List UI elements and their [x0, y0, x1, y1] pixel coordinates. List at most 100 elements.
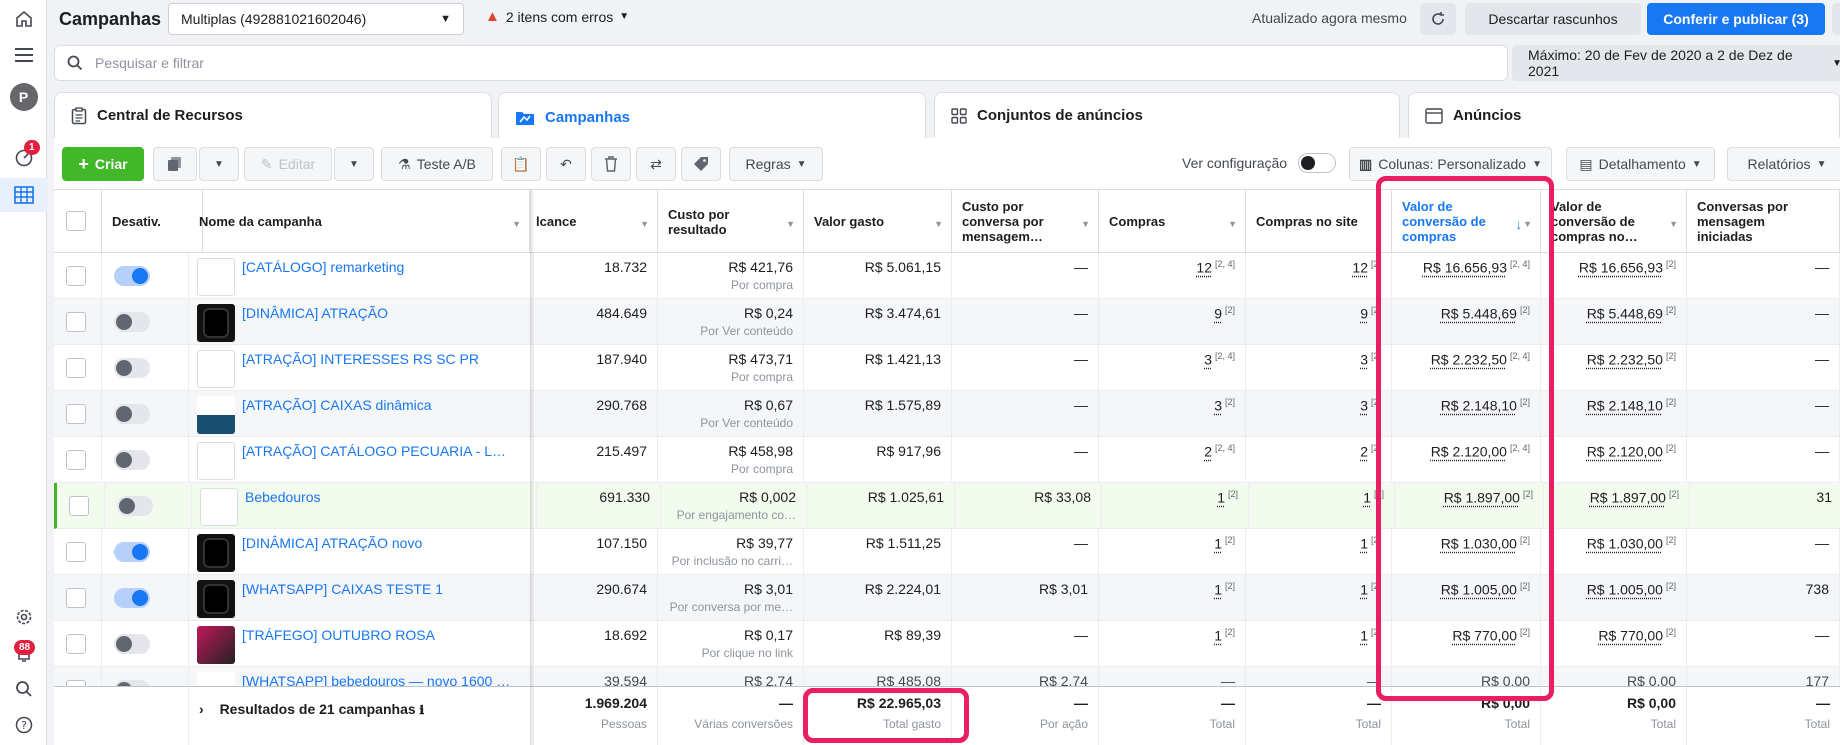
- campaign-toggle[interactable]: [114, 404, 150, 424]
- footnote-ref[interactable]: [2]: [1666, 443, 1676, 453]
- campaign-toggle[interactable]: [117, 496, 153, 516]
- reports-button[interactable]: Relatórios ▼: [1727, 147, 1840, 181]
- col-header-conversion-value-site[interactable]: Valor de conversão de compras no… ▼: [1541, 190, 1687, 253]
- footnote-ref[interactable]: [2]: [1225, 627, 1235, 637]
- footnote-ref[interactable]: [2]: [1374, 489, 1384, 499]
- campaign-name-link[interactable]: Bebedouros: [245, 489, 321, 505]
- col-header-cost-per-message[interactable]: Custo por conversa por mensagem… ▼: [952, 190, 1099, 253]
- footnote-ref[interactable]: [2]: [1371, 397, 1381, 407]
- footnote-ref[interactable]: [2, 4]: [1510, 443, 1530, 453]
- row-checkbox[interactable]: [66, 542, 86, 562]
- footnote-ref[interactable]: [2]: [1371, 535, 1381, 545]
- footnote-ref[interactable]: [2]: [1225, 305, 1235, 315]
- campaign-toggle[interactable]: [114, 450, 150, 470]
- table-row[interactable]: [DINÂMICA] ATRAÇÃO novo 107.150 R$ 39,77 Po…: [54, 529, 1840, 575]
- footnote-ref[interactable]: [2]: [1225, 397, 1235, 407]
- row-checkbox[interactable]: [66, 588, 86, 608]
- errors-dropdown[interactable]: ▲ 2 itens com erros ▼: [485, 8, 629, 25]
- footnote-ref[interactable]: [2, 4]: [1215, 351, 1235, 361]
- table-row[interactable]: [ATRAÇÃO] CAIXAS dinâmica 290.768 R$ 0,67 P…: [54, 391, 1840, 437]
- table-row[interactable]: [DINÂMICA] ATRAÇÃO 484.649 R$ 0,24 Por Ver …: [54, 299, 1840, 345]
- footnote-ref[interactable]: [2]: [1666, 397, 1676, 407]
- footnote-ref[interactable]: [2]: [1371, 581, 1381, 591]
- tab-resource-center[interactable]: Central de Recursos: [54, 92, 492, 138]
- menu-icon[interactable]: [0, 38, 47, 72]
- footnote-ref[interactable]: [2, 4]: [1215, 443, 1235, 453]
- footer-label-cell[interactable]: › Resultados de 21 campanhas ℹ: [189, 687, 534, 745]
- col-header-site-purchases[interactable]: Compras no site ▼: [1246, 190, 1392, 253]
- footnote-ref[interactable]: [2]: [1666, 305, 1676, 315]
- footnote-ref[interactable]: [2, 4]: [1215, 259, 1235, 269]
- rules-button[interactable]: Regras ▼: [729, 147, 823, 181]
- campaign-name-link[interactable]: [DINÂMICA] ATRAÇÃO novo: [242, 535, 422, 551]
- col-header-name[interactable]: Nome da campanha ▼: [189, 190, 530, 253]
- row-checkbox[interactable]: [66, 266, 86, 286]
- account-avatar[interactable]: P: [0, 80, 47, 114]
- columns-button[interactable]: ▥ Colunas: Personalizado ▼: [1349, 147, 1552, 181]
- tab-campaigns[interactable]: Campanhas: [498, 92, 926, 142]
- campaign-name-link[interactable]: [DINÂMICA] ATRAÇÃO: [242, 305, 388, 321]
- footnote-ref[interactable]: [2]: [1520, 397, 1530, 407]
- table-row[interactable]: [ATRAÇÃO] INTERESSES RS SC PR 187.940 R$ 4…: [54, 345, 1840, 391]
- footnote-ref[interactable]: [2]: [1520, 535, 1530, 545]
- more-button[interactable]: [1832, 3, 1840, 35]
- campaign-name-link[interactable]: [CATÁLOGO] remarketing: [242, 259, 404, 275]
- footnote-ref[interactable]: [2]: [1523, 489, 1533, 499]
- row-checkbox[interactable]: [66, 312, 86, 332]
- table-row[interactable]: [WHATSAPP] CAIXAS TESTE 1 290.674 R$ 3,01 P…: [54, 575, 1840, 621]
- footnote-ref[interactable]: [2]: [1669, 489, 1679, 499]
- campaign-toggle[interactable]: [114, 312, 150, 332]
- select-all-checkbox[interactable]: [66, 211, 86, 231]
- tab-ads[interactable]: Anúncios: [1408, 92, 1840, 138]
- footnote-ref[interactable]: [2]: [1225, 535, 1235, 545]
- breakdown-button[interactable]: ▤ Detalhamento ▼: [1566, 147, 1715, 181]
- delete-button[interactable]: [591, 147, 631, 181]
- ab-test-button[interactable]: ⚗ Teste A/B: [381, 147, 493, 181]
- tab-ad-sets[interactable]: Conjuntos de anúncios: [934, 92, 1400, 138]
- search-icon[interactable]: [0, 672, 47, 706]
- footnote-ref[interactable]: [2]: [1371, 305, 1381, 315]
- campaign-name-link[interactable]: [ATRAÇÃO] CAIXAS dinâmica: [242, 397, 432, 413]
- view-config-toggle[interactable]: [1298, 153, 1336, 173]
- col-header-spent[interactable]: Valor gasto ▼: [804, 190, 952, 253]
- help-icon[interactable]: ?: [0, 708, 47, 742]
- col-header-purchases[interactable]: Compras ▼: [1099, 190, 1246, 253]
- account-selector[interactable]: Multiplas (492881021602046) ▼: [168, 3, 464, 35]
- table-row[interactable]: [ATRAÇÃO] CATÁLOGO PECUARIA - LEITE 215.4…: [54, 437, 1840, 483]
- export-button[interactable]: ⇄: [636, 147, 676, 181]
- campaign-toggle[interactable]: [114, 634, 150, 654]
- edit-dropdown[interactable]: ▼: [334, 147, 374, 181]
- footnote-ref[interactable]: [2]: [1520, 305, 1530, 315]
- row-checkbox[interactable]: [66, 404, 86, 424]
- footnote-ref[interactable]: [2]: [1371, 259, 1381, 269]
- footnote-ref[interactable]: [2]: [1666, 535, 1676, 545]
- row-checkbox[interactable]: [66, 634, 86, 654]
- campaign-name-link[interactable]: [TRÁFEGO] OUTUBRO ROSA: [242, 627, 435, 643]
- footnote-ref[interactable]: [2]: [1666, 581, 1676, 591]
- campaign-name-link[interactable]: [ATRAÇÃO] INTERESSES RS SC PR: [242, 351, 479, 367]
- footnote-ref[interactable]: [2]: [1666, 351, 1676, 361]
- footnote-ref[interactable]: [2, 4]: [1510, 351, 1530, 361]
- table-row[interactable]: [TRÁFEGO] OUTUBRO ROSA 18.692 R$ 0,17 Por c…: [54, 621, 1840, 667]
- table-row[interactable]: [CATÁLOGO] remarketing 18.732 R$ 421,76 Por…: [54, 253, 1840, 299]
- undo-button[interactable]: ↶: [546, 147, 586, 181]
- review-publish-button[interactable]: Conferir e publicar (3): [1647, 3, 1825, 35]
- date-range-picker[interactable]: Máximo: 20 de Fev de 2020 a 2 de Dez de …: [1512, 45, 1840, 81]
- row-checkbox[interactable]: [66, 358, 86, 378]
- col-header-message-convos[interactable]: Conversas por mensagem iniciadas: [1687, 190, 1840, 253]
- col-header-cost-per-result[interactable]: Custo por resultado ▼: [658, 190, 804, 253]
- campaign-toggle[interactable]: [114, 542, 150, 562]
- search-filter-bar[interactable]: Pesquisar e filtrar: [54, 45, 1508, 81]
- col-header-toggle[interactable]: Desativ.: [102, 190, 203, 253]
- footnote-ref[interactable]: [2]: [1666, 259, 1676, 269]
- settings-gear-icon[interactable]: [0, 600, 47, 634]
- table-row[interactable]: Bebedouros 691.330 R$ 0,002 Por engajamento…: [54, 483, 1840, 529]
- home-icon[interactable]: [0, 2, 47, 36]
- footnote-ref[interactable]: [2]: [1225, 581, 1235, 591]
- campaign-toggle[interactable]: [114, 266, 150, 286]
- refresh-button[interactable]: [1420, 3, 1456, 35]
- campaign-toggle[interactable]: [114, 588, 150, 608]
- footnote-ref[interactable]: [2]: [1520, 581, 1530, 591]
- col-header-conversion-value[interactable]: Valor de conversão de compras ↓ ▼: [1392, 190, 1541, 253]
- ads-manager-table-icon[interactable]: [0, 178, 47, 212]
